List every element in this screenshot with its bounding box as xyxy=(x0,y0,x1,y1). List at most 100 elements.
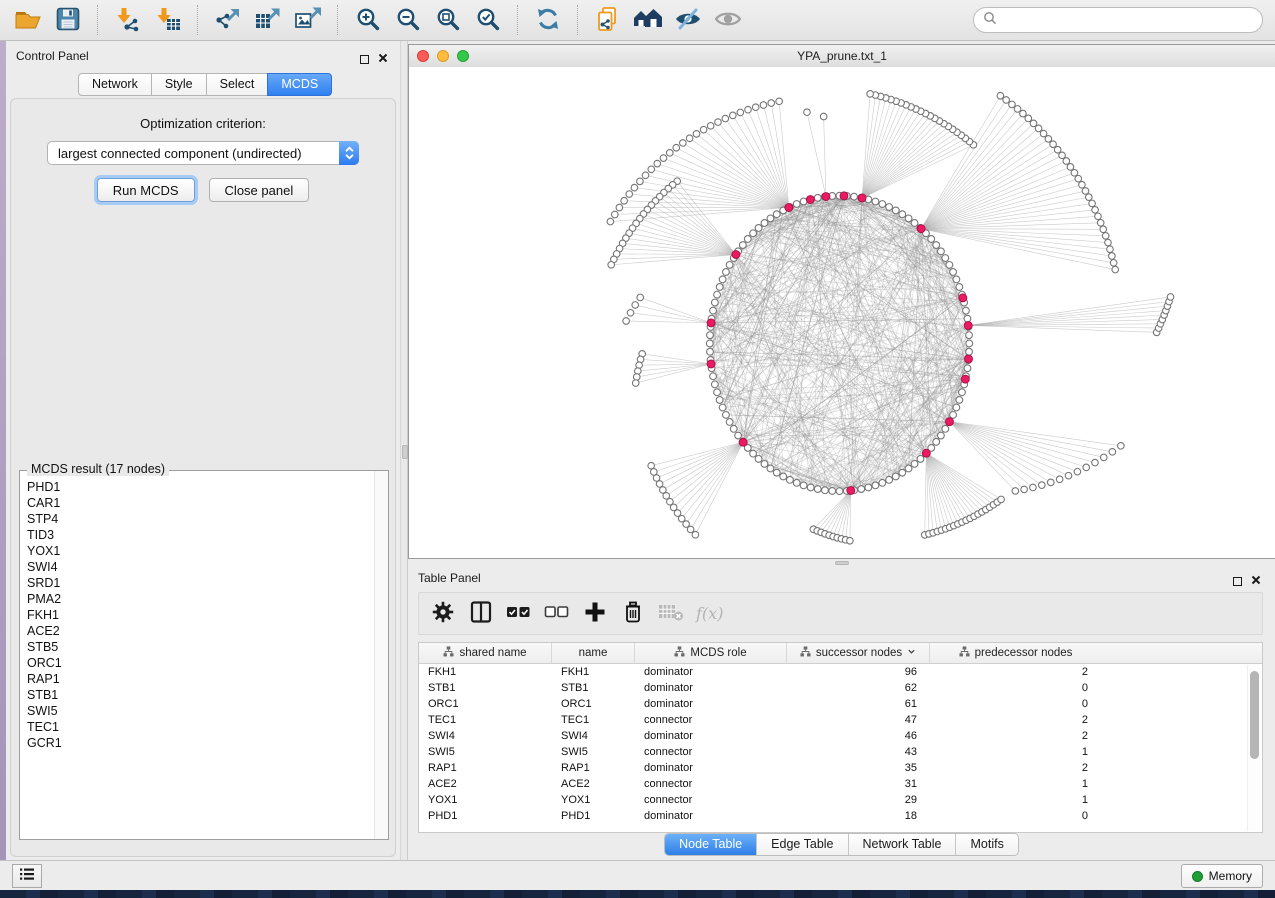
table-row[interactable]: STB1STB1dominator620 xyxy=(419,680,1248,696)
zoom-in-button[interactable] xyxy=(350,3,386,37)
tab-select[interactable]: Select xyxy=(206,73,269,96)
table-cell[interactable]: 1 xyxy=(930,794,1101,806)
table-scrollbar[interactable] xyxy=(1247,665,1261,831)
table-cell[interactable]: dominator xyxy=(635,762,787,774)
choose-columns-button[interactable] xyxy=(466,598,496,630)
save-session-button[interactable] xyxy=(50,3,86,37)
table-cell[interactable]: FKH1 xyxy=(419,666,552,678)
deselect-all-button[interactable] xyxy=(542,598,572,630)
table-cell[interactable]: 2 xyxy=(930,730,1101,742)
table-cell[interactable]: ACE2 xyxy=(419,778,552,790)
tab-network-table[interactable]: Network Table xyxy=(848,834,956,855)
table-row[interactable]: ACE2ACE2connector311 xyxy=(419,776,1248,792)
result-node-item[interactable]: SRD1 xyxy=(27,575,375,591)
splitter-grip-horizontal[interactable] xyxy=(835,561,849,565)
table-cell[interactable]: ORC1 xyxy=(419,698,552,710)
tab-mcds[interactable]: MCDS xyxy=(267,73,332,96)
table-cell[interactable]: connector xyxy=(635,778,787,790)
table-settings-button[interactable] xyxy=(428,598,458,630)
close-panel-icon[interactable] xyxy=(378,50,388,68)
select-all-button[interactable] xyxy=(504,598,534,630)
result-node-item[interactable]: FKH1 xyxy=(27,607,375,623)
table-cell[interactable]: YOX1 xyxy=(419,794,552,806)
result-node-item[interactable]: SWI5 xyxy=(27,703,375,719)
table-cell[interactable]: dominator xyxy=(635,682,787,694)
table-cell[interactable]: SWI4 xyxy=(419,730,552,742)
table-cell[interactable]: ORC1 xyxy=(552,698,635,710)
table-row[interactable]: TEC1TEC1connector472 xyxy=(419,712,1248,728)
column-header-name[interactable]: name xyxy=(552,643,635,663)
network-window-titlebar[interactable]: YPA_prune.txt_1 xyxy=(409,45,1275,68)
table-row[interactable]: PHD1PHD1dominator180 xyxy=(419,808,1248,824)
table-cell[interactable]: RAP1 xyxy=(552,762,635,774)
table-cell[interactable]: SWI4 xyxy=(552,730,635,742)
table-cell[interactable]: TEC1 xyxy=(552,714,635,726)
hide-unselected-button[interactable] xyxy=(670,3,706,37)
table-cell[interactable]: 35 xyxy=(787,762,930,774)
result-node-item[interactable]: STP4 xyxy=(27,511,375,527)
table-cell[interactable]: PHD1 xyxy=(419,810,552,822)
table-cell[interactable]: 61 xyxy=(787,698,930,710)
result-node-item[interactable]: TEC1 xyxy=(27,719,375,735)
table-cell[interactable]: 2 xyxy=(930,714,1101,726)
horizontal-splitter[interactable] xyxy=(408,559,1275,566)
result-node-item[interactable]: GCR1 xyxy=(27,735,375,751)
run-mcds-button[interactable]: Run MCDS xyxy=(97,178,195,202)
window-minimize-button[interactable] xyxy=(437,50,449,62)
table-cell[interactable]: 43 xyxy=(787,746,930,758)
tab-motifs[interactable]: Motifs xyxy=(955,834,1017,855)
vertical-splitter[interactable] xyxy=(400,41,408,860)
table-cell[interactable]: SWI5 xyxy=(419,746,552,758)
table-cell[interactable]: 2 xyxy=(930,762,1101,774)
table-cell[interactable]: connector xyxy=(635,746,787,758)
table-cell[interactable]: ACE2 xyxy=(552,778,635,790)
table-scrollbar-thumb[interactable] xyxy=(1250,671,1259,759)
export-image-button[interactable] xyxy=(290,3,326,37)
table-cell[interactable]: 96 xyxy=(787,666,930,678)
memory-button[interactable]: Memory xyxy=(1181,864,1263,888)
refresh-layout-button[interactable] xyxy=(530,3,566,37)
result-node-item[interactable]: TID3 xyxy=(27,527,375,543)
table-cell[interactable]: 2 xyxy=(930,666,1101,678)
result-node-item[interactable]: ORC1 xyxy=(27,655,375,671)
table-cell[interactable]: 62 xyxy=(787,682,930,694)
table-cell[interactable]: dominator xyxy=(635,730,787,742)
search-input[interactable] xyxy=(1002,9,1262,31)
table-cell[interactable]: dominator xyxy=(635,810,787,822)
table-cell[interactable]: STB1 xyxy=(419,682,552,694)
column-header-successor-nodes[interactable]: successor nodes xyxy=(787,643,930,663)
close-panel-button[interactable]: Close panel xyxy=(209,178,310,202)
tab-network[interactable]: Network xyxy=(78,73,152,96)
result-node-item[interactable]: YOX1 xyxy=(27,543,375,559)
optimization-criterion-select[interactable]: largest connected component (undirected) xyxy=(47,141,359,165)
table-cell[interactable]: 46 xyxy=(787,730,930,742)
table-row[interactable]: ORC1ORC1dominator610 xyxy=(419,696,1248,712)
result-node-item[interactable]: PMA2 xyxy=(27,591,375,607)
table-row[interactable]: YOX1YOX1connector291 xyxy=(419,792,1248,808)
close-table-panel-icon[interactable] xyxy=(1251,572,1261,590)
table-cell[interactable]: connector xyxy=(635,714,787,726)
table-cell[interactable]: PHD1 xyxy=(552,810,635,822)
table-row[interactable]: SWI5SWI5connector431 xyxy=(419,744,1248,760)
float-table-panel-icon[interactable] xyxy=(1233,577,1242,586)
tab-edge-table[interactable]: Edge Table xyxy=(756,834,847,855)
table-cell[interactable]: connector xyxy=(635,794,787,806)
table-cell[interactable]: 31 xyxy=(787,778,930,790)
table-cell[interactable]: RAP1 xyxy=(419,762,552,774)
mcds-result-scrollbar[interactable] xyxy=(374,471,388,839)
table-cell[interactable]: TEC1 xyxy=(419,714,552,726)
zoom-out-button[interactable] xyxy=(390,3,426,37)
result-node-item[interactable]: STB1 xyxy=(27,687,375,703)
network-canvas[interactable] xyxy=(409,67,1275,558)
add-column-button[interactable] xyxy=(580,598,610,630)
home-networks-button[interactable] xyxy=(630,3,666,37)
result-node-item[interactable]: SWI4 xyxy=(27,559,375,575)
zoom-fit-button[interactable] xyxy=(430,3,466,37)
import-network-button[interactable] xyxy=(110,3,146,37)
table-cell[interactable]: 29 xyxy=(787,794,930,806)
column-header-shared-name[interactable]: shared name xyxy=(419,643,552,663)
result-node-item[interactable]: PHD1 xyxy=(27,479,375,495)
table-row[interactable]: SWI4SWI4dominator462 xyxy=(419,728,1248,744)
tab-node-table[interactable]: Node Table xyxy=(665,834,756,855)
export-table-button[interactable] xyxy=(250,3,286,37)
